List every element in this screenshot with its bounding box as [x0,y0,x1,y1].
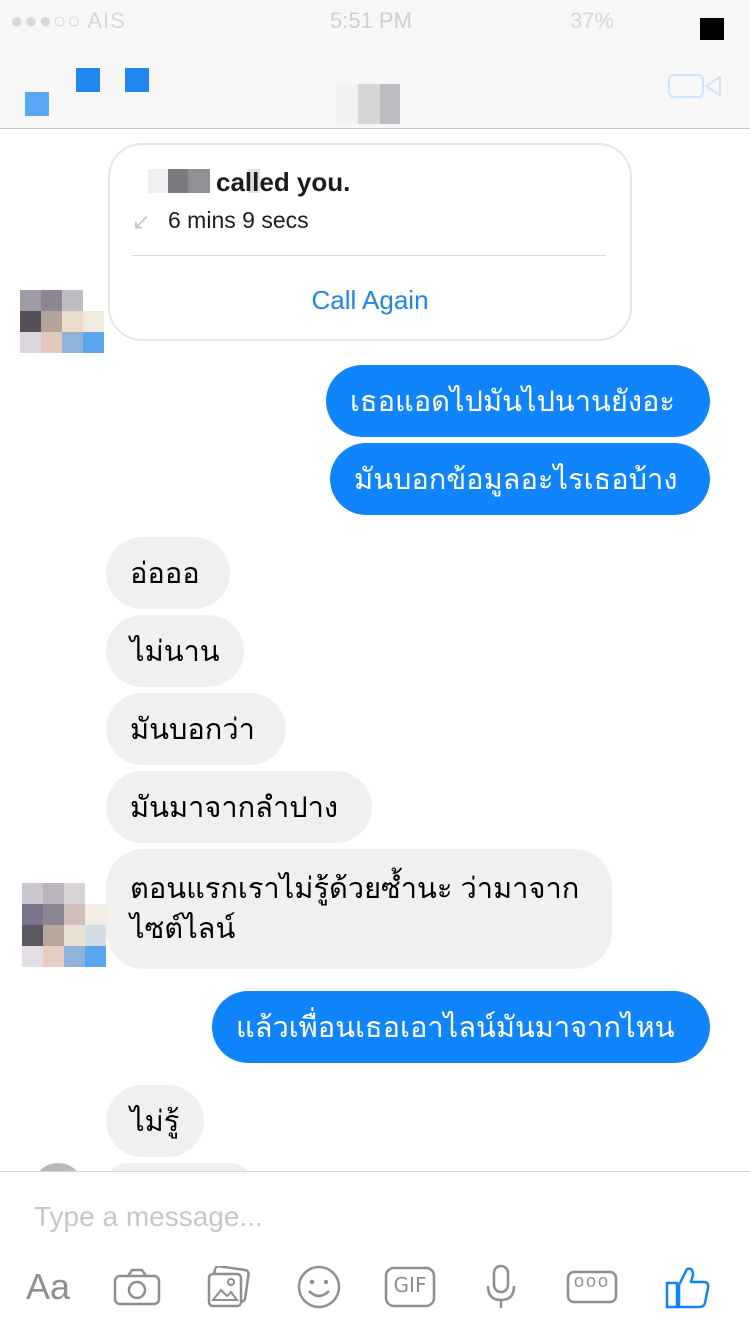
message-bubble-outgoing[interactable]: แล้วเพื่อนเธอเอาไลน์มันมาจากไหน [212,991,710,1063]
message-bubble-incoming[interactable]: ไม่นาน [106,615,244,687]
message-input[interactable] [32,1200,636,1234]
more-label: ooo [573,1271,611,1291]
avatar[interactable] [20,269,104,353]
status-time: 5:51 PM [330,8,412,33]
microphone-icon[interactable] [484,1264,518,1310]
text-format-label: Aa [25,1266,71,1307]
status-bar: ●●●○○ AIS 5:51 PM 37% [0,0,750,42]
message-bubble-incoming[interactable]: มันบอกว่า [106,693,286,765]
emoji-icon[interactable] [296,1264,342,1310]
call-duration: 6 mins 9 secs [168,207,309,233]
nav-bar [0,40,750,129]
message-bubble-outgoing[interactable]: มันบอกข้อมูลอะไรเธอบ้าง [330,443,710,515]
gif-label: GIF [393,1273,427,1297]
pixelated-mark [700,18,724,42]
divider [132,255,606,256]
call-again-button[interactable]: Call Again [110,285,630,316]
message-line: ไซต์ไลน์ [130,913,236,945]
message-bubble-incoming[interactable]: มันมาจากลำปาง [106,771,372,843]
gif-icon[interactable]: GIF [384,1264,436,1310]
message-line: ตอนแรกเราไม่รู้ด้วยซ้ำนะ ว่ามาจาก [130,873,580,905]
message-bubble-incoming[interactable]: ตอนแรกเราไม่รู้ด้วยซ้ำนะ ว่ามาจาก ไซต์ไล… [106,849,612,969]
conversation[interactable]: called you. ↙ 6 mins 9 secs Call Again เ… [0,129,750,1171]
video-call-icon[interactable] [668,73,722,104]
avatar[interactable] [22,883,106,967]
carrier-signal: ●●●○○ AIS [10,8,126,33]
call-title: called you. [216,167,351,197]
camera-icon[interactable] [112,1264,162,1310]
text-format-button[interactable]: Aa [18,1264,78,1310]
thumbs-up-icon[interactable] [664,1264,712,1310]
avatar[interactable] [32,1163,84,1171]
message-bubble-incoming[interactable] [106,1163,252,1171]
message-bubble-outgoing[interactable]: เธอแอดไปมันไปนานยังอะ [326,365,710,437]
more-icon[interactable]: ooo [566,1264,618,1310]
photo-gallery-icon[interactable] [206,1264,252,1310]
battery-level: 37% [570,8,615,33]
back-button[interactable] [25,92,49,116]
message-bubble-incoming[interactable]: อ่อออ [106,537,230,609]
missed-call-card: called you. ↙ 6 mins 9 secs Call Again [108,143,632,341]
contact-name[interactable] [336,84,400,124]
pixelated-nav-icon[interactable] [76,68,100,92]
message-bubble-incoming[interactable]: ไม่รู้ [106,1085,204,1157]
incoming-call-arrow-icon: ↙ [132,209,151,234]
pixelated-nav-icon-2[interactable] [125,68,149,92]
composer: Aa GIF [0,1171,750,1335]
